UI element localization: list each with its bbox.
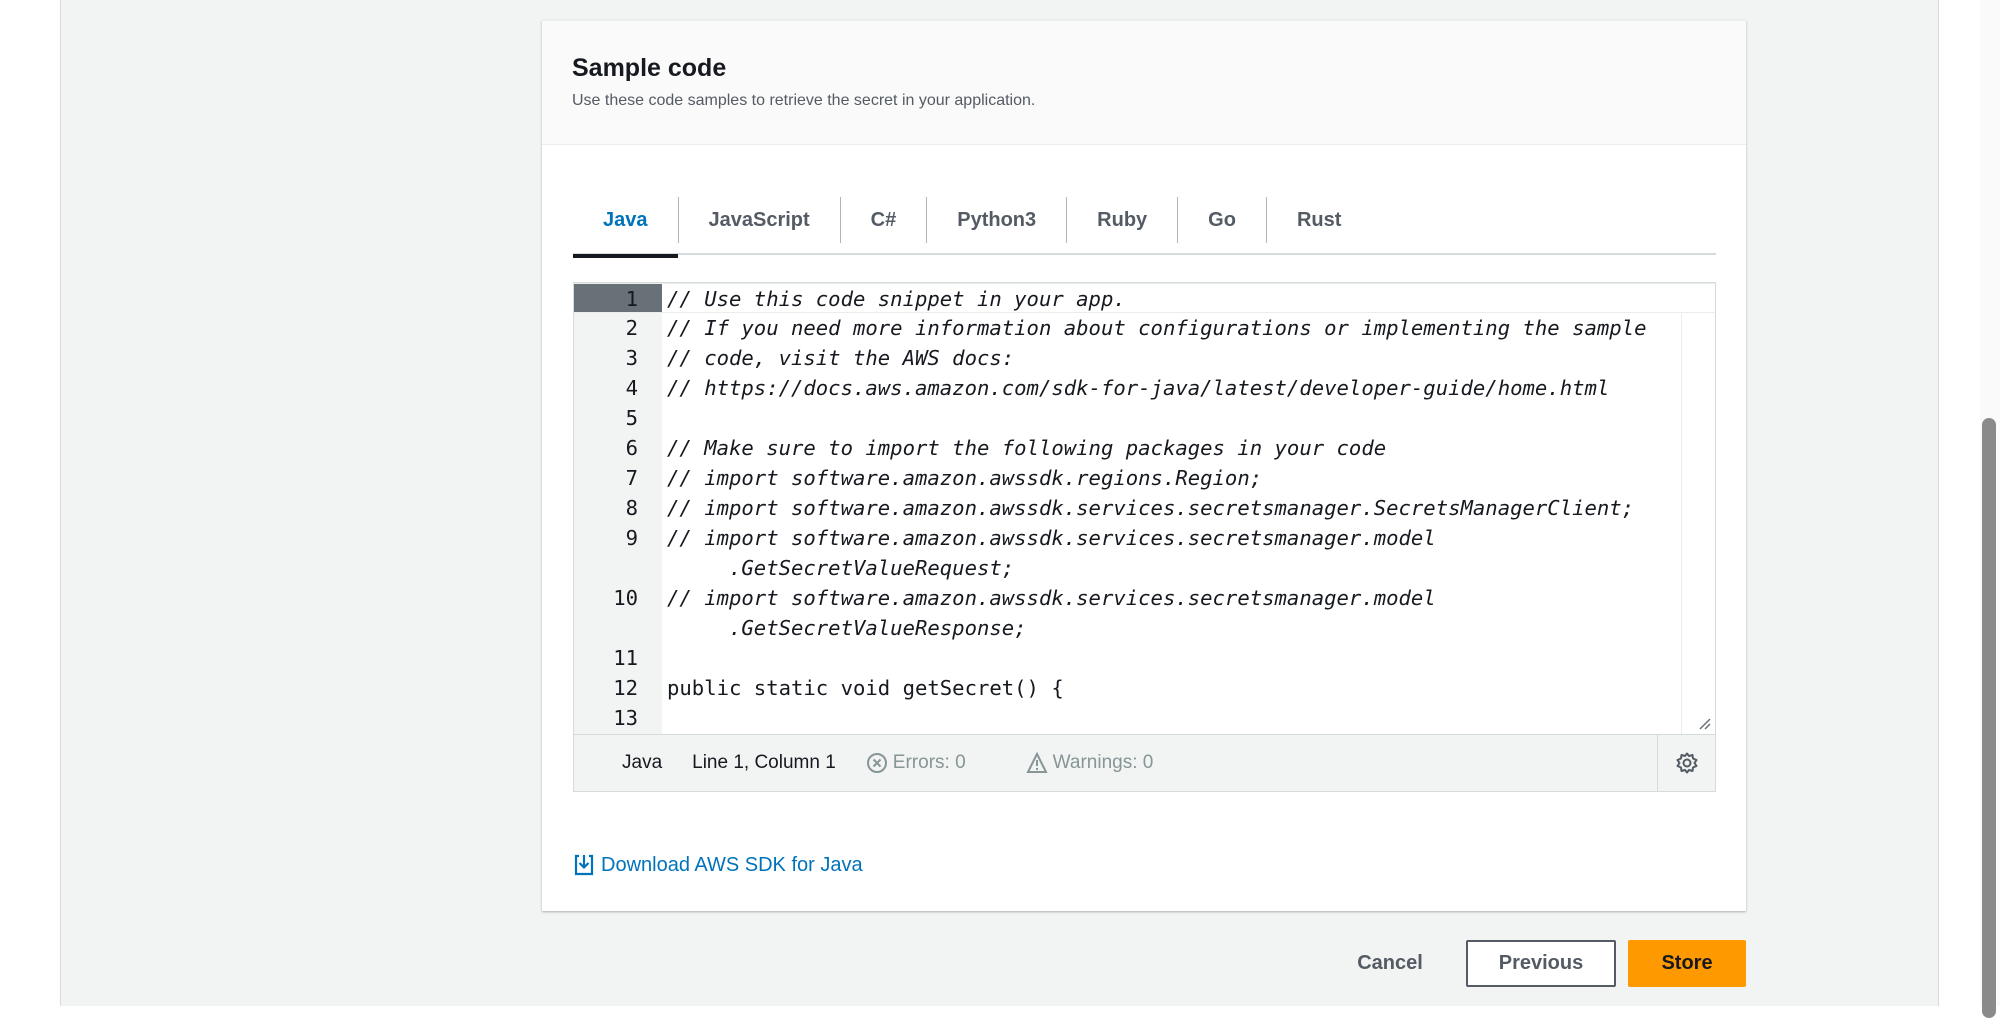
tab-rust[interactable]: Rust <box>1265 196 1371 243</box>
code-text: public static void getSecret() { <box>667 676 1064 700</box>
line-number: 2 <box>625 316 638 340</box>
tab-ruby[interactable]: Ruby <box>1066 196 1177 243</box>
language-tabs: Java JavaScript C# Python3 Ruby Go Rust <box>573 186 1716 258</box>
status-cursor-position: Line 1, Column 1 <box>692 752 836 773</box>
scrollbar-thumb[interactable] <box>1982 418 1996 1018</box>
code-line[interactable]: 13 <box>574 703 1715 733</box>
code-line[interactable]: 2 // If you need more information about c… <box>574 313 1715 343</box>
line-number: 12 <box>613 676 638 700</box>
code-text: .GetSecretValueResponse; <box>667 616 1027 640</box>
error-circle-icon <box>866 753 887 773</box>
tab-python3[interactable]: Python3 <box>926 196 1066 243</box>
download-sdk-label: Download AWS SDK for Java <box>601 853 863 876</box>
code-line[interactable]: 10 // import software.amazon.awssdk.servi… <box>574 583 1715 613</box>
code-text: .GetSecretValueRequest; <box>667 556 1015 580</box>
line-number: 13 <box>613 706 638 730</box>
code-text: // import software.amazon.awssdk.service… <box>667 496 1635 520</box>
code-line[interactable]: .GetSecretValueResponse; <box>574 613 1715 643</box>
warning-triangle-icon <box>1026 752 1048 773</box>
tab-go[interactable]: Go <box>1177 196 1266 243</box>
previous-button[interactable]: Previous <box>1466 940 1616 987</box>
code-line[interactable]: 9 // import software.amazon.awssdk.servic… <box>574 523 1715 553</box>
download-icon <box>574 854 594 876</box>
panel-description: Use these code samples to retrieve the s… <box>572 92 1036 109</box>
cancel-button[interactable]: Cancel <box>1340 940 1440 987</box>
line-number: 1 <box>574 284 662 312</box>
status-language: Java <box>622 752 663 773</box>
code-line[interactable]: 4 // https://docs.aws.amazon.com/sdk-for-… <box>574 373 1715 403</box>
gear-icon <box>1676 752 1697 774</box>
code-line[interactable]: 5 <box>574 403 1715 433</box>
panel-title: Sample code <box>572 54 727 82</box>
status-warnings[interactable]: Warnings: 0 <box>1026 752 1184 774</box>
errors-count: Errors: 0 <box>892 752 966 773</box>
code-text: // import software.amazon.awssdk.service… <box>667 586 1436 610</box>
code-area[interactable]: 1// Use this code snippet in your app. 2 /… <box>574 283 1715 734</box>
sample-code-panel: Sample code Use these code samples to re… <box>542 20 1746 911</box>
line-number: 6 <box>625 436 638 460</box>
code-line[interactable]: 6 // Make sure to import the following pa… <box>574 433 1715 463</box>
code-text: // https://docs.aws.amazon.com/sdk-for-j… <box>667 376 1610 400</box>
code-line[interactable]: .GetSecretValueRequest; <box>574 553 1715 583</box>
code-text: // import software.amazon.awssdk.service… <box>667 526 1436 550</box>
code-line[interactable]: 1// Use this code snippet in your app. <box>574 283 1715 313</box>
code-line[interactable]: 3 // code, visit the AWS docs: <box>574 343 1715 373</box>
code-line[interactable]: 8 // import software.amazon.awssdk.servic… <box>574 493 1715 523</box>
line-number: 4 <box>625 376 638 400</box>
line-number: 11 <box>613 646 638 670</box>
line-number: 9 <box>625 526 638 550</box>
status-errors[interactable]: Errors: 0 <box>866 752 996 774</box>
code-text: // Use this code snippet in your app. <box>667 287 1126 311</box>
tab-javascript[interactable]: JavaScript <box>677 196 840 243</box>
editor-settings-button[interactable] <box>1657 735 1715 791</box>
code-line[interactable]: 11 <box>574 643 1715 673</box>
code-line[interactable]: 12 public static void getSecret() { <box>574 673 1715 703</box>
code-editor[interactable]: 1// Use this code snippet in your app. 2 /… <box>573 282 1716 792</box>
line-number: 5 <box>625 406 638 430</box>
code-text: // code, visit the AWS docs: <box>667 346 1015 370</box>
code-text: // import software.amazon.awssdk.regions… <box>667 466 1263 490</box>
warnings-count: Warnings: 0 <box>1052 752 1154 773</box>
panel-header: Sample code Use these code samples to re… <box>542 21 1746 145</box>
editor-status-bar: Java Line 1, Column 1 Errors: 0 Warnings… <box>574 734 1715 791</box>
line-number: 3 <box>625 346 638 370</box>
download-sdk-link[interactable]: Download AWS SDK for Java <box>573 853 863 877</box>
tab-csharp[interactable]: C# <box>839 196 927 243</box>
tab-java[interactable]: Java <box>573 197 678 258</box>
code-text: // Make sure to import the following pac… <box>667 436 1387 460</box>
line-number: 8 <box>625 496 638 520</box>
code-text: // If you need more information about co… <box>667 316 1647 340</box>
store-button[interactable]: Store <box>1628 940 1746 987</box>
code-line[interactable]: 7 // import software.amazon.awssdk.region… <box>574 463 1715 493</box>
line-number: 10 <box>613 586 638 610</box>
line-number: 7 <box>625 466 638 490</box>
